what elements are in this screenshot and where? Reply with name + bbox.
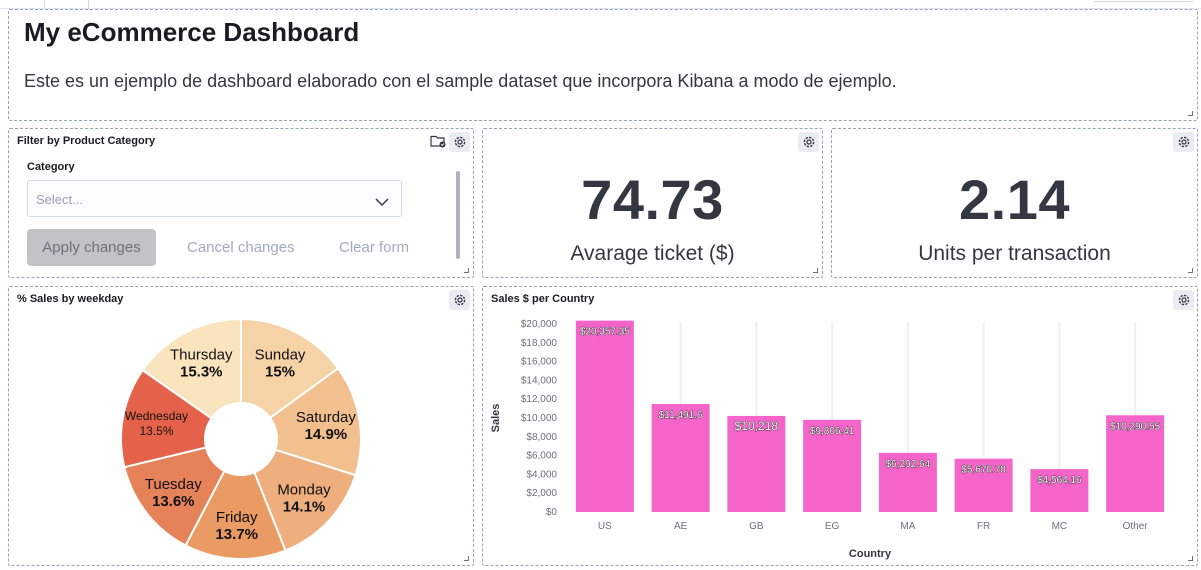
resize-handle[interactable] [813,268,818,273]
category-label: Category [27,161,75,173]
y-tick-label: $4,000 [526,469,557,480]
bar-chart: $0 $2,000 $4,000 $6,000 $8,000 $10,000 $12,000… [490,319,1165,560]
pie-slice-label: Sunday [255,346,306,363]
y-tick-label: $8,000 [526,432,557,443]
x-tick-label: Other [1123,521,1149,532]
resize-handle[interactable] [1188,556,1193,561]
panel-options-gear-icon[interactable] [1173,132,1194,152]
x-tick-label: AE [674,521,688,532]
y-tick-label: $16,000 [521,357,558,368]
y-tick-label: $14,000 [521,375,558,386]
y-tick-label: $18,000 [521,338,558,349]
bar-value-label: $20,357.35 [580,327,630,338]
x-tick-label: FR [977,521,990,532]
pie-slice-label: Tuesday [145,476,202,493]
pie-slice-percent: 14.1% [283,499,326,516]
dashboard-title: My eCommerce Dashboard [24,17,360,47]
bar-value-label: $5,670.78 [961,465,1006,476]
pie-slice-label: Monday [277,482,331,499]
resize-handle[interactable] [1188,111,1193,116]
resize-handle[interactable] [464,268,469,273]
metric-label: Units per transaction [918,242,1111,265]
y-tick-label: $12,000 [521,394,558,405]
select-placeholder: Select... [36,192,83,207]
bar-value-label: $10,218 [735,419,779,433]
tab-divider [88,0,89,8]
x-tick-label: US [598,521,612,532]
y-axis-title: Sales [490,404,502,433]
metric-value: 74.73 [581,168,724,231]
bar-value-label: $11,491.6 [659,410,703,421]
x-tick-label: MC [1052,521,1068,532]
bar-us[interactable] [575,320,634,512]
chevron-down-icon [375,194,389,212]
dashboard-description: Este es un ejemplo de dashboard elaborad… [24,71,897,91]
panel-title: Filter by Product Category [17,135,156,147]
resize-handle[interactable] [1188,268,1193,273]
tab-divider [44,0,45,8]
category-select[interactable]: Select... [27,180,402,217]
scrollbar[interactable] [456,171,460,259]
pie-slice-percent: 13.7% [215,526,258,543]
bar-value-label: $6,292.64 [886,459,931,470]
bar-value-label: $9,806.41 [810,426,855,437]
x-tick-label: EG [825,521,840,532]
metric-panel-units-per-transaction: 2.14 Units per transaction [831,128,1198,278]
bar-value-label: $4,564.16 [1037,475,1082,486]
pie-slice-percent: 13.6% [152,493,195,510]
pie-slice-label: Saturday [296,409,357,426]
y-tick-label: $2,000 [526,488,557,499]
y-tick-label: $10,000 [521,413,558,424]
metric-panel-average-ticket: 74.73 Avarage ticket ($) [482,128,823,278]
resize-handle[interactable] [464,556,469,561]
pie-slice-label: Thursday [170,347,233,364]
top-right-divider [1093,0,1193,2]
top-tabs-bar [0,0,1201,9]
x-tick-label: GB [749,521,764,532]
bar-chart-panel: Sales $ per Country $0 $2,000 $4,000 $6,000… [482,286,1198,566]
folder-icon[interactable] [430,134,446,153]
metric-label: Avarage ticket ($) [570,242,735,265]
panel-options-gear-icon[interactable] [798,132,819,152]
cancel-changes-button[interactable]: Cancel changes [187,239,295,256]
clear-form-button[interactable]: Clear form [339,239,409,256]
y-tick-label: $0 [546,507,558,518]
pie-chart-panel: % Sales by weekday Sunday 15% Saturday 14.9… [8,286,474,566]
y-tick-label: $20,000 [521,319,558,330]
pie-slice-label: Wednesday [125,409,188,423]
markdown-panel: My eCommerce Dashboard Este es un ejempl… [8,9,1198,121]
pie-slice-percent: 14.9% [305,426,348,443]
pie-slice-label: Friday [216,509,258,526]
pie-slice-percent: 15.3% [180,364,223,381]
pie-slice-percent: 13.5% [139,424,173,438]
pie-slice-percent: 15% [265,363,295,380]
filter-panel: Filter by Product Category Category Sele… [8,128,474,278]
y-tick-label: $6,000 [526,451,557,462]
bar-value-label: $10,290.55 [1110,421,1160,432]
x-axis-title: Country [849,548,892,560]
apply-changes-button[interactable]: Apply changes [27,229,156,266]
pie-chart: Sunday15%Saturday14.9%Monday14.1%Friday1… [120,317,362,560]
metric-value: 2.14 [959,168,1070,231]
x-tick-label: MA [900,521,915,532]
panel-options-gear-icon[interactable] [449,132,470,152]
